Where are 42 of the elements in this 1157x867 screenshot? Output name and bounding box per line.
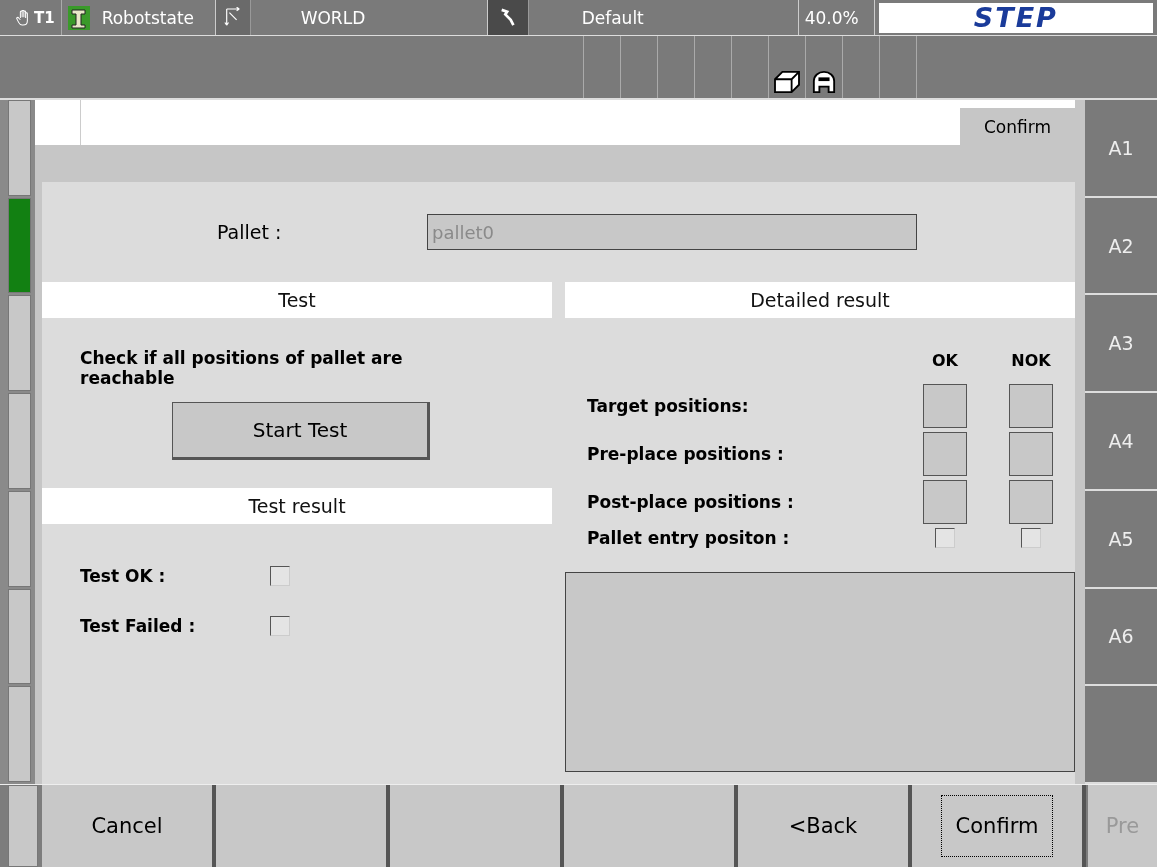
section-header: Test result	[42, 488, 552, 524]
checkbox[interactable]	[935, 528, 955, 548]
column-header: OK	[931, 351, 959, 370]
checkbox[interactable]	[1021, 528, 1041, 548]
row-label: Target positions:	[587, 396, 750, 416]
softkey-button[interactable]	[216, 785, 390, 867]
side-strip-segment[interactable]	[8, 295, 31, 392]
tool-icon	[498, 6, 517, 29]
result-label: Test OK :	[80, 566, 167, 586]
side-strip-segment[interactable]	[8, 785, 38, 867]
mode-indicator: T1	[0, 0, 62, 35]
side-strip-segment[interactable]	[8, 490, 31, 587]
row-label: Pre-place positions :	[587, 444, 785, 464]
softkey-button[interactable]: <Back	[738, 785, 912, 867]
robot-icon	[67, 5, 90, 30]
side-strip-segment[interactable]	[8, 588, 31, 685]
section-header: Detailed result	[565, 282, 1075, 318]
tool-label: Default	[528, 0, 799, 35]
row-label: Pallet entry positon :	[587, 528, 791, 548]
softkey-button[interactable]	[564, 785, 738, 867]
checkbox[interactable]	[270, 566, 290, 586]
test-description: Check if all positions of pallet are reachable	[80, 348, 404, 388]
column-header: NOK	[1010, 351, 1052, 370]
pallet-label: Pallet :	[217, 221, 283, 243]
side-strip-segment[interactable]	[8, 100, 31, 196]
start-test-button[interactable]: Start Test	[172, 402, 430, 460]
row-label: Post-place positions :	[587, 492, 795, 512]
section-header: Test	[42, 282, 552, 318]
softkey-button[interactable]: Confirm	[912, 785, 1086, 867]
result-label: Test Failed :	[80, 616, 197, 636]
hand-icon	[16, 9, 30, 26]
softkey-button[interactable]: Cancel	[42, 785, 216, 867]
confirm-button[interactable]: Confirm	[960, 108, 1075, 145]
side-strip-segment[interactable]	[8, 686, 31, 783]
coordinate-system-label: WORLD	[250, 0, 488, 35]
logo: STEP	[878, 2, 1153, 33]
cube-icon	[773, 70, 801, 94]
robot-state-label: Robotstate	[95, 0, 216, 35]
speed-label: 40.0%	[798, 0, 875, 35]
side-strip-segment[interactable]	[8, 393, 31, 489]
softkey-button[interactable]	[390, 785, 564, 867]
checkbox[interactable]	[270, 616, 290, 636]
